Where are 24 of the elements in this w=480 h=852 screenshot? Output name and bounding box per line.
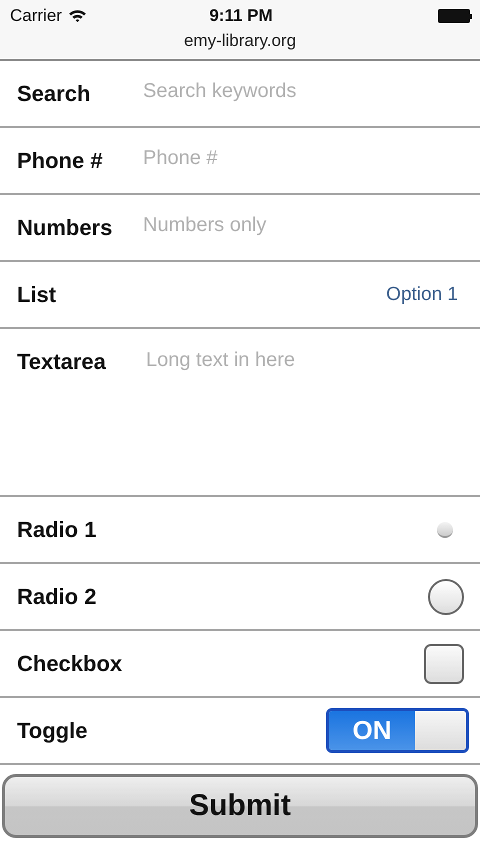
field-label: Phone # [17,148,104,174]
radio-button[interactable] [437,522,453,538]
input-field[interactable]: Phone # [143,146,464,170]
submit-button[interactable]: Submit [2,774,478,838]
field-label: List [17,282,58,308]
toggle-switch[interactable]: ON [326,708,469,753]
battery-icon [438,9,472,23]
carrier-label: Carrier [10,6,62,26]
wifi-icon [68,9,87,23]
field-label: Radio 2 [17,584,98,610]
textarea-field[interactable]: Long text in here [143,349,464,469]
radio-button[interactable] [428,578,464,614]
field-label: Search [17,80,92,106]
field-label: Toggle [17,718,88,744]
select-field[interactable]: Option 1 [386,284,458,306]
input-field[interactable]: Search keywords [143,80,464,102]
field-label: Checkbox [17,650,124,676]
field-label: Radio 1 [17,516,98,542]
field-label: Numbers [17,214,114,240]
field-label: Textarea [17,349,107,375]
checkbox[interactable] [424,644,464,684]
clock-time: 9:11 PM [209,6,273,26]
input-field[interactable]: Numbers only [143,214,464,236]
url-label: emy-library.org [184,31,296,51]
